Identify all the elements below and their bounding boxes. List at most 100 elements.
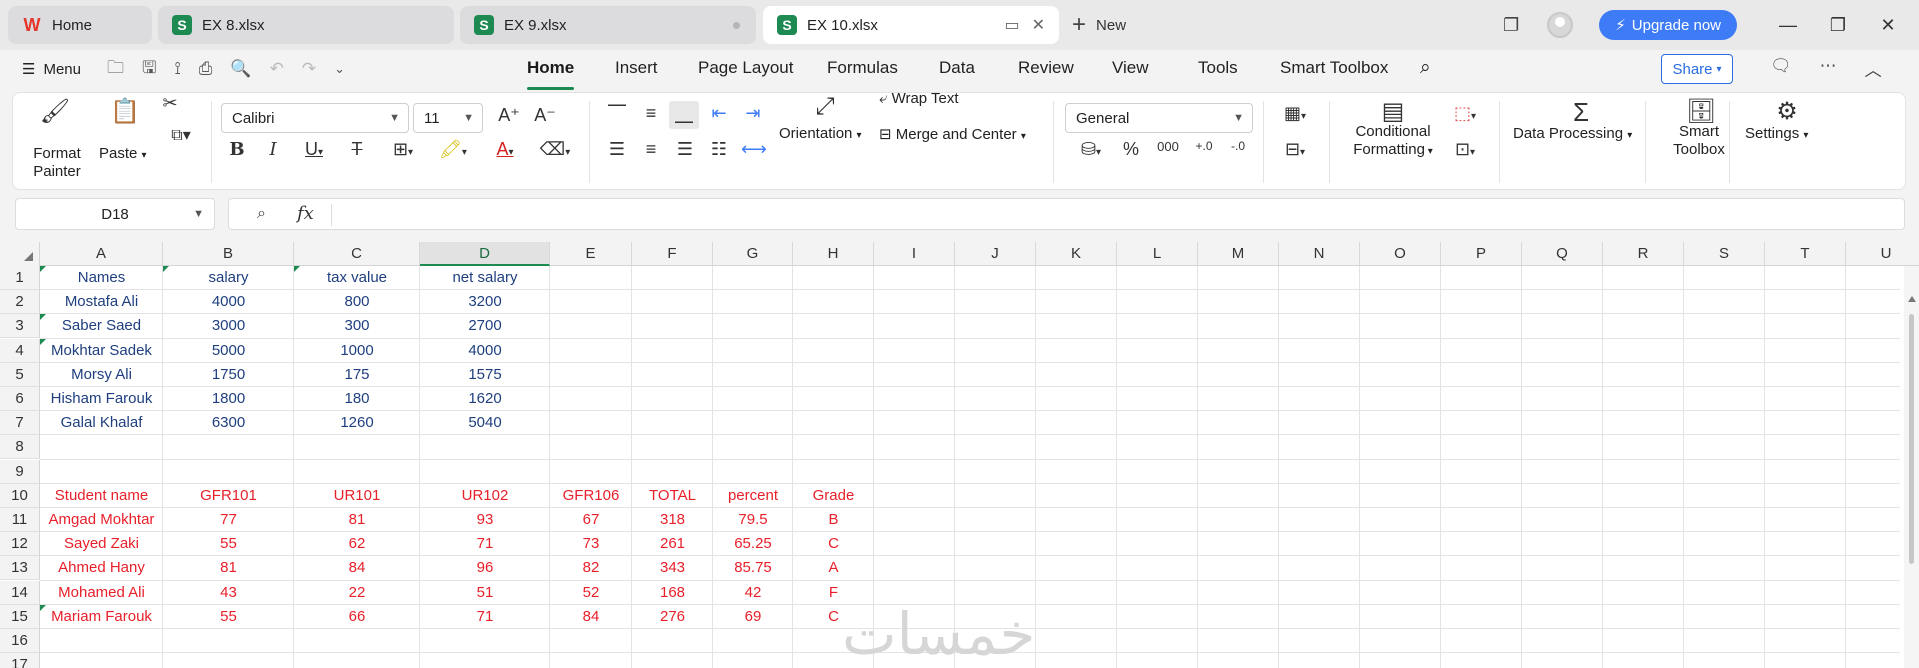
tab-data[interactable]: Data: [939, 58, 975, 86]
cell-G11[interactable]: 79.5: [713, 508, 793, 532]
print-preview-icon[interactable]: 🔍: [230, 59, 251, 79]
cell-B6[interactable]: 1800: [163, 387, 294, 411]
thousands-icon[interactable]: 000: [1155, 139, 1181, 154]
percent-icon[interactable]: %: [1121, 139, 1141, 160]
cell-H13[interactable]: A: [793, 556, 874, 580]
cell-A2[interactable]: Mostafa Ali: [40, 290, 163, 314]
cell-A6[interactable]: Hisham Farouk: [40, 387, 163, 411]
column-header-f[interactable]: F: [632, 242, 713, 266]
cell-A5[interactable]: Morsy Ali: [40, 363, 163, 387]
scroll-thumb[interactable]: [1909, 314, 1914, 564]
column-header-b[interactable]: B: [163, 242, 294, 266]
row-header-17[interactable]: 17: [0, 653, 40, 668]
close-icon[interactable]: ✕: [1032, 15, 1045, 35]
row-header-12[interactable]: 12: [0, 532, 40, 557]
font-name-select[interactable]: Calibri ▼: [221, 103, 409, 133]
currency-icon[interactable]: ⛁▾: [1071, 139, 1111, 160]
cell-C4[interactable]: 1000: [294, 339, 420, 363]
cell-C15[interactable]: 66: [294, 605, 420, 629]
font-size-select[interactable]: 11 ▼: [413, 103, 483, 133]
number-format-select[interactable]: General ▼: [1065, 103, 1253, 133]
cut-icon[interactable]: ✂: [158, 93, 182, 114]
column-header-r[interactable]: R: [1603, 242, 1684, 266]
column-header-l[interactable]: L: [1117, 242, 1198, 266]
increase-indent-icon[interactable]: ⇥: [741, 103, 765, 124]
row-header-7[interactable]: 7: [0, 411, 40, 436]
cell-E12[interactable]: 73: [550, 532, 632, 556]
cell-G13[interactable]: 85.75: [713, 556, 793, 580]
row-header-14[interactable]: 14: [0, 580, 40, 605]
sum-icon[interactable]: Σ: [1563, 97, 1599, 128]
tab-review[interactable]: Review: [1018, 58, 1074, 86]
close-window-icon[interactable]: ✕: [1863, 15, 1913, 36]
cell-G15[interactable]: 69: [713, 605, 793, 629]
cell-A11[interactable]: Amgad Mokhtar: [40, 508, 163, 532]
align-left-icon[interactable]: ☰: [605, 139, 629, 160]
cell-B13[interactable]: 81: [163, 556, 294, 580]
data-processing-button[interactable]: Data Processing ▾: [1513, 125, 1632, 142]
cell-D5[interactable]: 1575: [420, 363, 550, 387]
name-box[interactable]: D18 ▼: [15, 198, 215, 230]
cell-B7[interactable]: 6300: [163, 411, 294, 435]
cell-H12[interactable]: C: [793, 532, 874, 556]
cell-B2[interactable]: 4000: [163, 290, 294, 314]
cell-F13[interactable]: 343: [632, 556, 713, 580]
column-header-m[interactable]: M: [1198, 242, 1279, 266]
cell-A15[interactable]: Mariam Farouk: [40, 605, 163, 629]
cell-G12[interactable]: 65.25: [713, 532, 793, 556]
cell-D1[interactable]: net salary: [420, 266, 550, 290]
cell-G10[interactable]: percent: [713, 484, 793, 508]
cell-A10[interactable]: Student name: [40, 484, 163, 508]
column-header-i[interactable]: I: [874, 242, 955, 266]
underline-icon[interactable]: U▾: [299, 139, 329, 160]
row-header-1[interactable]: 1: [0, 266, 40, 290]
tab-home-ribbon[interactable]: Home: [527, 58, 575, 90]
scroll-up-icon[interactable]: [1908, 296, 1916, 302]
tab-insert[interactable]: Insert: [615, 58, 658, 86]
cell-D10[interactable]: UR102: [420, 484, 550, 508]
row-header-13[interactable]: 13: [0, 556, 40, 581]
italic-icon[interactable]: I: [263, 139, 283, 160]
cell-B10[interactable]: GFR101: [163, 484, 294, 508]
cell-D4[interactable]: 4000: [420, 339, 550, 363]
cell-C14[interactable]: 22: [294, 581, 420, 605]
column-header-c[interactable]: C: [294, 242, 420, 266]
row-column-icon[interactable]: ⊡▾: [1445, 139, 1485, 160]
wrap-text-button[interactable]: ⤶ Wrap Text: [879, 89, 959, 109]
orientation-icon[interactable]: ⤢: [805, 93, 845, 121]
cell-D11[interactable]: 93: [420, 508, 550, 532]
cell-D2[interactable]: 3200: [420, 290, 550, 314]
format-painter-button[interactable]: Format Painter: [23, 145, 91, 181]
settings-icon[interactable]: ⚙: [1769, 97, 1805, 126]
open-folder-icon[interactable]: 🗀: [107, 55, 124, 84]
undo-icon[interactable]: ↶: [270, 59, 284, 79]
row-header-15[interactable]: 15: [0, 604, 40, 629]
collapse-ribbon-icon[interactable]: ︿: [1865, 56, 1882, 81]
share-button[interactable]: Share ▾: [1661, 54, 1733, 84]
row-header-10[interactable]: 10: [0, 483, 40, 508]
maximize-icon[interactable]: ❐: [1813, 15, 1863, 36]
cell-E14[interactable]: 52: [550, 581, 632, 605]
cell-format-icon[interactable]: ⬚▾: [1445, 103, 1485, 124]
align-right-icon[interactable]: ☰: [673, 139, 697, 160]
cell-E15[interactable]: 84: [550, 605, 632, 629]
bold-icon[interactable]: B: [227, 139, 247, 160]
minimize-icon[interactable]: —: [1763, 15, 1813, 36]
increase-decimal-icon[interactable]: +.0: [1191, 139, 1217, 153]
orientation-button[interactable]: Orientation ▾: [779, 125, 862, 142]
cell-A3[interactable]: Saber Saed: [40, 314, 163, 338]
align-top-icon[interactable]: ⎺: [605, 103, 629, 124]
column-header-o[interactable]: O: [1360, 242, 1441, 266]
align-bottom-icon[interactable]: ⎽: [672, 103, 696, 124]
avatar[interactable]: [1547, 12, 1574, 38]
function-icon[interactable]: fx: [297, 203, 314, 224]
decrease-font-icon[interactable]: A⁻: [533, 105, 557, 126]
increase-font-icon[interactable]: A⁺: [497, 105, 521, 126]
justify-icon[interactable]: ☷: [707, 139, 731, 160]
strikethrough-icon[interactable]: T: [347, 139, 367, 160]
cell-D14[interactable]: 51: [420, 581, 550, 605]
cell-F14[interactable]: 168: [632, 581, 713, 605]
cell-B1[interactable]: salary: [163, 266, 294, 290]
tab-home[interactable]: W Home: [8, 6, 152, 44]
row-header-6[interactable]: 6: [0, 387, 40, 411]
